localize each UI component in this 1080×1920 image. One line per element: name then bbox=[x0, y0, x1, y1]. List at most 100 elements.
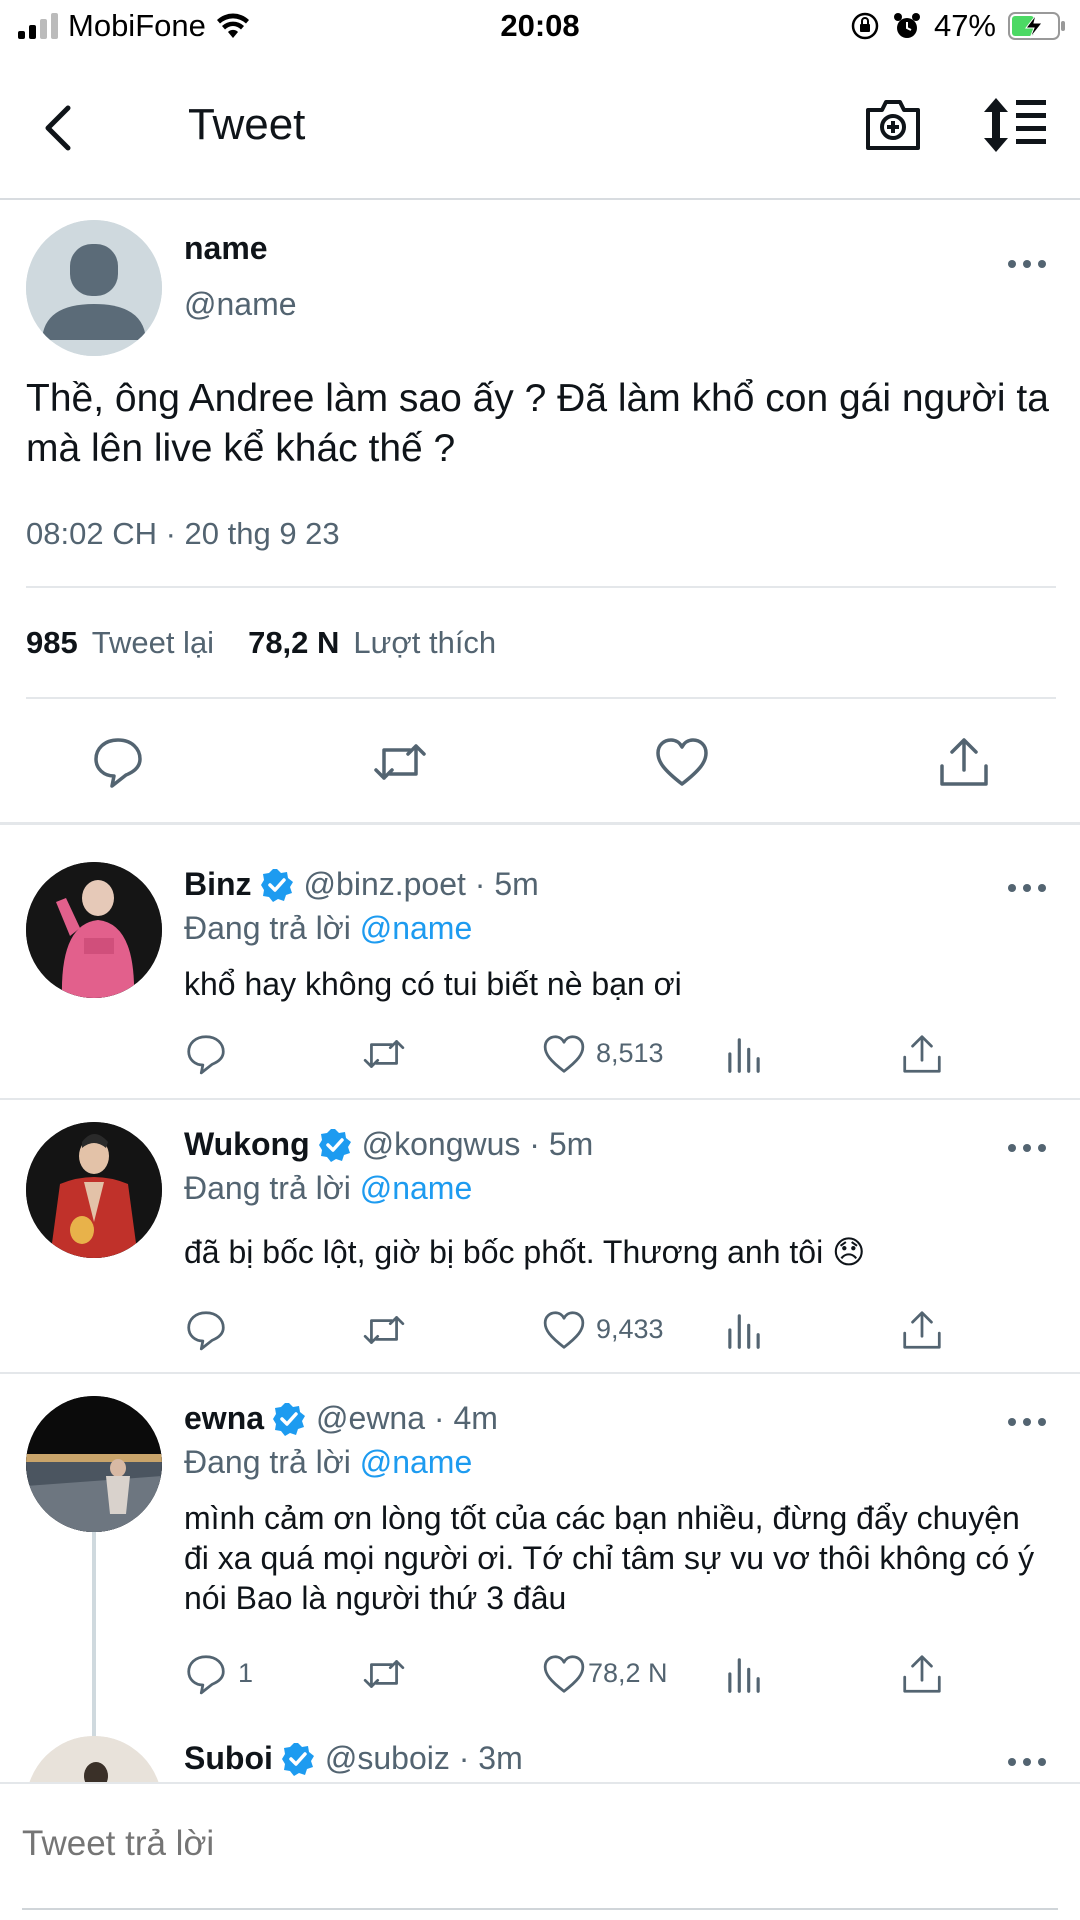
analytics-icon[interactable] bbox=[722, 1308, 766, 1352]
avatar-photo bbox=[26, 862, 162, 998]
reply-compose-bar bbox=[0, 1782, 1080, 1920]
reply-author-name[interactable]: Wukong bbox=[184, 1126, 310, 1163]
more-options-icon[interactable] bbox=[1008, 882, 1048, 894]
avatar-photo bbox=[26, 1122, 162, 1258]
replying-to-mention[interactable]: @name bbox=[360, 910, 473, 946]
retweet-label[interactable]: Tweet lại bbox=[92, 625, 214, 661]
more-options-icon[interactable] bbox=[1008, 1142, 1048, 1154]
like-icon[interactable] bbox=[542, 1032, 586, 1076]
analytics-icon[interactable] bbox=[722, 1652, 766, 1696]
tweet-text: Thề, ông Andree làm sao ấy ? Đã làm khổ … bbox=[26, 377, 1049, 470]
reply-header: ewna @ewna · 4m bbox=[184, 1400, 498, 1437]
avatar[interactable] bbox=[26, 862, 162, 998]
replying-to-prefix: Đang trả lời bbox=[184, 910, 351, 946]
replying-to: Đang trả lời @name bbox=[184, 1444, 472, 1481]
replying-to-prefix: Đang trả lời bbox=[184, 1444, 351, 1480]
reply-header: Binz @binz.poet · 5m bbox=[184, 866, 539, 903]
reply-author-handle[interactable]: @kongwus · 5m bbox=[362, 1126, 594, 1163]
avatar-photo bbox=[26, 1396, 162, 1532]
share-icon[interactable] bbox=[936, 734, 992, 790]
reply-icon[interactable] bbox=[184, 1652, 228, 1696]
like-count[interactable]: 78,2 N bbox=[248, 625, 339, 661]
like-icon[interactable] bbox=[542, 1308, 586, 1352]
like-label[interactable]: Lượt thích bbox=[353, 625, 496, 661]
section-separator bbox=[0, 822, 1080, 825]
reply-author-name[interactable]: ewna bbox=[184, 1400, 264, 1437]
reply-actions: 8,513 bbox=[0, 1030, 1080, 1080]
author-handle[interactable]: @name bbox=[184, 286, 297, 323]
verified-badge-icon bbox=[273, 1402, 306, 1436]
camera-plus-icon[interactable] bbox=[862, 94, 924, 156]
reply-icon[interactable] bbox=[90, 734, 146, 790]
battery-percent: 47% bbox=[933, 8, 996, 43]
retweet-icon[interactable] bbox=[362, 1308, 406, 1352]
avatar[interactable] bbox=[26, 1396, 162, 1532]
author-name[interactable]: name bbox=[184, 230, 268, 267]
reply-actions: 1 78,2 N bbox=[0, 1650, 1080, 1700]
reply-text: đã bị bốc lột, giờ bị bốc phốt. Thương a… bbox=[184, 1234, 866, 1270]
reply-tweet[interactable]: Suboi @suboiz · 3m bbox=[0, 1734, 1080, 1782]
more-options-icon[interactable] bbox=[1008, 1756, 1048, 1768]
page-title: Tweet bbox=[188, 100, 306, 149]
orientation-lock-icon bbox=[851, 12, 879, 40]
battery-charging-icon bbox=[1008, 12, 1065, 40]
divider bbox=[26, 697, 1056, 699]
divider bbox=[26, 586, 1056, 588]
reply-actions: 9,433 bbox=[0, 1306, 1080, 1356]
avatar[interactable] bbox=[26, 1736, 162, 1782]
like-count: 9,433 bbox=[596, 1314, 664, 1344]
status-right: 47% bbox=[850, 8, 1066, 44]
like-count: 8,513 bbox=[596, 1038, 664, 1068]
retweet-count[interactable]: 985 bbox=[26, 625, 78, 661]
nav-header: Tweet bbox=[0, 70, 1080, 200]
verified-badge-icon bbox=[318, 1128, 351, 1162]
like-icon[interactable] bbox=[542, 1652, 586, 1696]
replying-to-mention[interactable]: @name bbox=[360, 1444, 473, 1480]
verified-badge-icon bbox=[260, 868, 293, 902]
reply-author-handle[interactable]: @binz.poet · 5m bbox=[304, 866, 539, 903]
replying-to: Đang trả lời @name bbox=[184, 1170, 472, 1207]
reply-tweet[interactable]: Wukong @kongwus · 5m Đang trả lời @name … bbox=[0, 1120, 1080, 1370]
analytics-icon[interactable] bbox=[722, 1032, 766, 1076]
share-icon[interactable] bbox=[900, 1652, 944, 1696]
avatar[interactable] bbox=[26, 220, 162, 356]
reply-author-handle[interactable]: @suboiz · 3m bbox=[325, 1740, 523, 1777]
replying-to-prefix: Đang trả lời bbox=[184, 1170, 351, 1206]
more-options-icon[interactable] bbox=[1008, 1416, 1048, 1428]
verified-badge-icon bbox=[281, 1742, 314, 1776]
reply-header: Suboi @suboiz · 3m bbox=[184, 1740, 523, 1777]
more-options-icon[interactable] bbox=[1008, 258, 1048, 270]
reply-author-name[interactable]: Suboi bbox=[184, 1740, 273, 1777]
default-avatar-icon bbox=[26, 220, 162, 356]
reply-text: mình cảm ơn lòng tốt của các bạn nhiều, … bbox=[184, 1500, 1035, 1616]
like-icon[interactable] bbox=[654, 734, 710, 790]
like-count: 78,2 N bbox=[588, 1658, 668, 1688]
chevron-left-icon[interactable] bbox=[32, 98, 92, 158]
replying-to-mention[interactable]: @name bbox=[360, 1170, 473, 1206]
reply-tweet[interactable]: ewna @ewna · 4m Đang trả lời @name mình … bbox=[0, 1394, 1080, 1724]
reply-header: Wukong @kongwus · 5m bbox=[184, 1126, 593, 1163]
share-icon[interactable] bbox=[900, 1308, 944, 1352]
tweet-actions bbox=[0, 730, 1080, 794]
sort-list-icon[interactable] bbox=[982, 94, 1048, 156]
retweet-icon[interactable] bbox=[362, 1032, 406, 1076]
avatar[interactable] bbox=[26, 1122, 162, 1258]
share-icon[interactable] bbox=[900, 1032, 944, 1076]
reply-separator bbox=[0, 1372, 1080, 1374]
reply-author-name[interactable]: Binz bbox=[184, 866, 252, 903]
replying-to: Đang trả lời @name bbox=[184, 910, 472, 947]
avatar-photo bbox=[26, 1736, 162, 1782]
reply-icon[interactable] bbox=[184, 1308, 228, 1352]
status-bar: MobiFone 20:08 47% bbox=[0, 0, 1080, 56]
reply-icon[interactable] bbox=[184, 1032, 228, 1076]
reply-count: 1 bbox=[238, 1658, 254, 1688]
alarm-icon bbox=[893, 13, 920, 38]
reply-author-handle[interactable]: @ewna · 4m bbox=[316, 1400, 498, 1437]
retweet-icon[interactable] bbox=[372, 734, 428, 790]
retweet-icon[interactable] bbox=[362, 1652, 406, 1696]
reply-input[interactable] bbox=[22, 1824, 1022, 1864]
tweet-timestamp: 08:02 CH · 20 thg 9 23 bbox=[26, 516, 340, 551]
reply-tweet[interactable]: Binz @binz.poet · 5m Đang trả lời @name … bbox=[0, 860, 1080, 1100]
tweet-stats: 985 Tweet lại 78,2 N Lượt thích bbox=[26, 625, 530, 661]
reply-text: khổ hay không có tui biết nè bạn ơi bbox=[184, 966, 682, 1002]
